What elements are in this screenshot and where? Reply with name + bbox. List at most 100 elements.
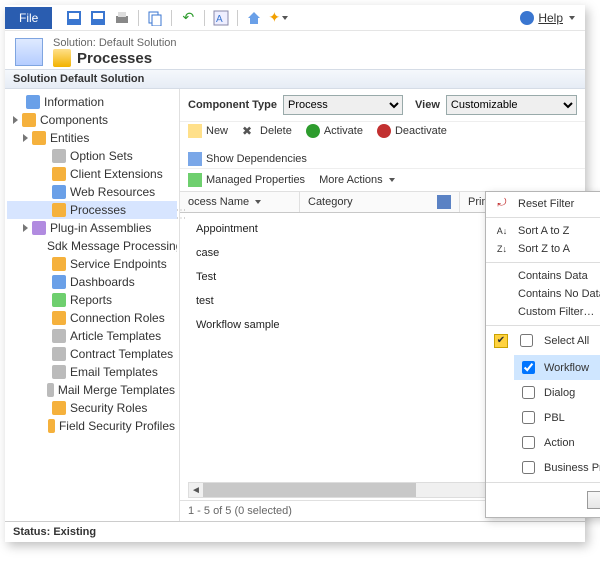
- tree-item-label: Web Resources: [70, 185, 155, 199]
- tree-node-dashboards[interactable]: Dashboards: [7, 273, 177, 291]
- tree-node-client-extensions[interactable]: Client Extensions: [7, 165, 177, 183]
- filter-option-dialog[interactable]: Dialog: [514, 380, 600, 405]
- filter-option-checkbox[interactable]: [522, 461, 535, 474]
- managed-properties-button[interactable]: Managed Properties: [188, 173, 305, 187]
- tree-node-contract-templates[interactable]: Contract Templates: [7, 345, 177, 363]
- tree-item-icon: [52, 203, 66, 217]
- component-type-select[interactable]: Process: [283, 95, 403, 115]
- filter-option-checkbox[interactable]: [522, 411, 535, 424]
- component-type-label: Component Type: [188, 99, 277, 111]
- tree-item-label: Entities: [50, 131, 89, 145]
- tree-node-plug-in-assemblies[interactable]: Plug-in Assemblies: [7, 219, 177, 237]
- delete-button[interactable]: Delete: [242, 124, 292, 138]
- filter-option-business-process-flow[interactable]: Business Process Flow: [514, 455, 600, 480]
- custom-filter-item[interactable]: Custom Filter…: [486, 303, 600, 321]
- tree-item-label: Email Templates: [70, 365, 158, 379]
- contains-data-item[interactable]: Contains Data: [486, 267, 600, 285]
- filter-option-workflow[interactable]: Workflow: [514, 355, 600, 380]
- tree-item-label: Mail Merge Templates: [58, 383, 175, 397]
- view-label: View: [415, 99, 440, 111]
- expand-icon: [13, 98, 22, 107]
- tree-item-icon: [22, 113, 36, 127]
- show-dependencies-button[interactable]: Show Dependencies: [188, 152, 307, 166]
- column-category[interactable]: Category: [300, 192, 460, 212]
- reset-filter-item[interactable]: ⤾Reset Filter: [486, 194, 600, 213]
- new-button[interactable]: New: [188, 124, 228, 138]
- filter-option-checkbox[interactable]: [522, 436, 535, 449]
- tree-node-reports[interactable]: Reports: [7, 291, 177, 309]
- tree-node-service-endpoints[interactable]: Service Endpoints: [7, 255, 177, 273]
- filter-option-pbl[interactable]: PBL: [514, 405, 600, 430]
- filter-option-checkbox[interactable]: [522, 361, 535, 374]
- home-icon[interactable]: [246, 10, 262, 26]
- status-bar: Status: Existing: [5, 521, 585, 542]
- view-select[interactable]: Customizable: [446, 95, 577, 115]
- tree-item-label: Option Sets: [70, 149, 133, 163]
- column-process-name[interactable]: ocess Name: [180, 192, 300, 212]
- tree-node-processes[interactable]: Processes: [7, 201, 177, 219]
- filter-option-checkbox[interactable]: [522, 386, 535, 399]
- expand-icon: [39, 206, 48, 215]
- save-icon[interactable]: [90, 10, 106, 26]
- reset-filter-icon: ⤾: [494, 197, 510, 210]
- tree-node-information[interactable]: Information: [7, 93, 177, 111]
- file-tab[interactable]: File: [5, 7, 52, 29]
- tree-node-web-resources[interactable]: Web Resources: [7, 183, 177, 201]
- filter-option-action[interactable]: Action: [514, 430, 600, 455]
- tree-node-email-templates[interactable]: Email Templates: [7, 363, 177, 381]
- dependencies-icon: [188, 152, 202, 166]
- tree-node-security-roles[interactable]: Security Roles: [7, 399, 177, 417]
- tree-node-field-security-profiles[interactable]: Field Security Profiles: [7, 417, 177, 435]
- tree-node-connection-roles[interactable]: Connection Roles: [7, 309, 177, 327]
- tree-item-label: Connection Roles: [70, 311, 165, 325]
- tree-node-sdk-message-processing-s-[interactable]: Sdk Message Processing S…: [7, 237, 177, 255]
- translate-icon[interactable]: A: [213, 10, 229, 26]
- ok-button[interactable]: OK: [587, 491, 600, 509]
- filter-option-label: Business Process Flow: [544, 462, 600, 474]
- filter-icon[interactable]: [437, 195, 451, 209]
- tree-node-article-templates[interactable]: Article Templates: [7, 327, 177, 345]
- select-all-row[interactable]: ✔ Select All: [486, 328, 600, 353]
- tree-item-label: Information: [44, 95, 104, 109]
- deactivate-button[interactable]: Deactivate: [377, 124, 447, 138]
- scroll-left-arrow[interactable]: ◄: [189, 483, 203, 497]
- more-actions-menu[interactable]: More Actions: [319, 174, 395, 186]
- expand-icon: [39, 296, 48, 305]
- scrollbar-thumb[interactable]: [203, 483, 416, 497]
- tree-item-label: Security Roles: [70, 401, 147, 415]
- sort-za-item[interactable]: Z↓Sort Z to A: [486, 240, 600, 258]
- tree-node-components[interactable]: Components: [7, 111, 177, 129]
- filter-option-label: Workflow: [544, 362, 589, 374]
- activate-button[interactable]: Activate: [306, 124, 363, 138]
- copy-icon[interactable]: [147, 10, 163, 26]
- processes-icon: [53, 49, 71, 67]
- expand-icon[interactable]: [13, 116, 18, 124]
- tree-node-mail-merge-templates[interactable]: Mail Merge Templates: [7, 381, 177, 399]
- tree-item-icon: [32, 221, 46, 235]
- tree-node-entities[interactable]: Entities: [7, 129, 177, 147]
- grid-summary: 1 - 5 of 5 (0 selected): [188, 505, 292, 517]
- delete-icon: [242, 124, 256, 138]
- tree-item-icon: [52, 275, 66, 289]
- expand-icon[interactable]: [23, 134, 28, 142]
- sort-az-item[interactable]: A↓Sort A to Z: [486, 222, 600, 240]
- splitter-grip[interactable]: ⋮⋮: [180, 205, 186, 221]
- deactivate-icon: [377, 124, 391, 138]
- help-menu[interactable]: Help: [520, 11, 575, 25]
- tree-item-icon: [52, 185, 66, 199]
- tree-item-icon: [52, 257, 66, 271]
- print-icon[interactable]: [114, 10, 130, 26]
- tree-item-label: Components: [40, 113, 108, 127]
- tree-node-option-sets[interactable]: Option Sets: [7, 147, 177, 165]
- undo-icon[interactable]: ↶: [180, 10, 196, 26]
- tree-item-icon: [52, 293, 66, 307]
- tree-item-icon: [52, 347, 66, 361]
- tree-item-icon: [52, 401, 66, 415]
- select-all-label: Select All: [544, 335, 589, 347]
- tree-item-label: Contract Templates: [70, 347, 173, 361]
- expand-icon[interactable]: [23, 224, 28, 232]
- theme-icon[interactable]: ✦: [270, 10, 286, 26]
- select-all-checkbox[interactable]: [520, 334, 533, 347]
- save-exit-icon[interactable]: [66, 10, 82, 26]
- contains-no-data-item[interactable]: Contains No Data: [486, 285, 600, 303]
